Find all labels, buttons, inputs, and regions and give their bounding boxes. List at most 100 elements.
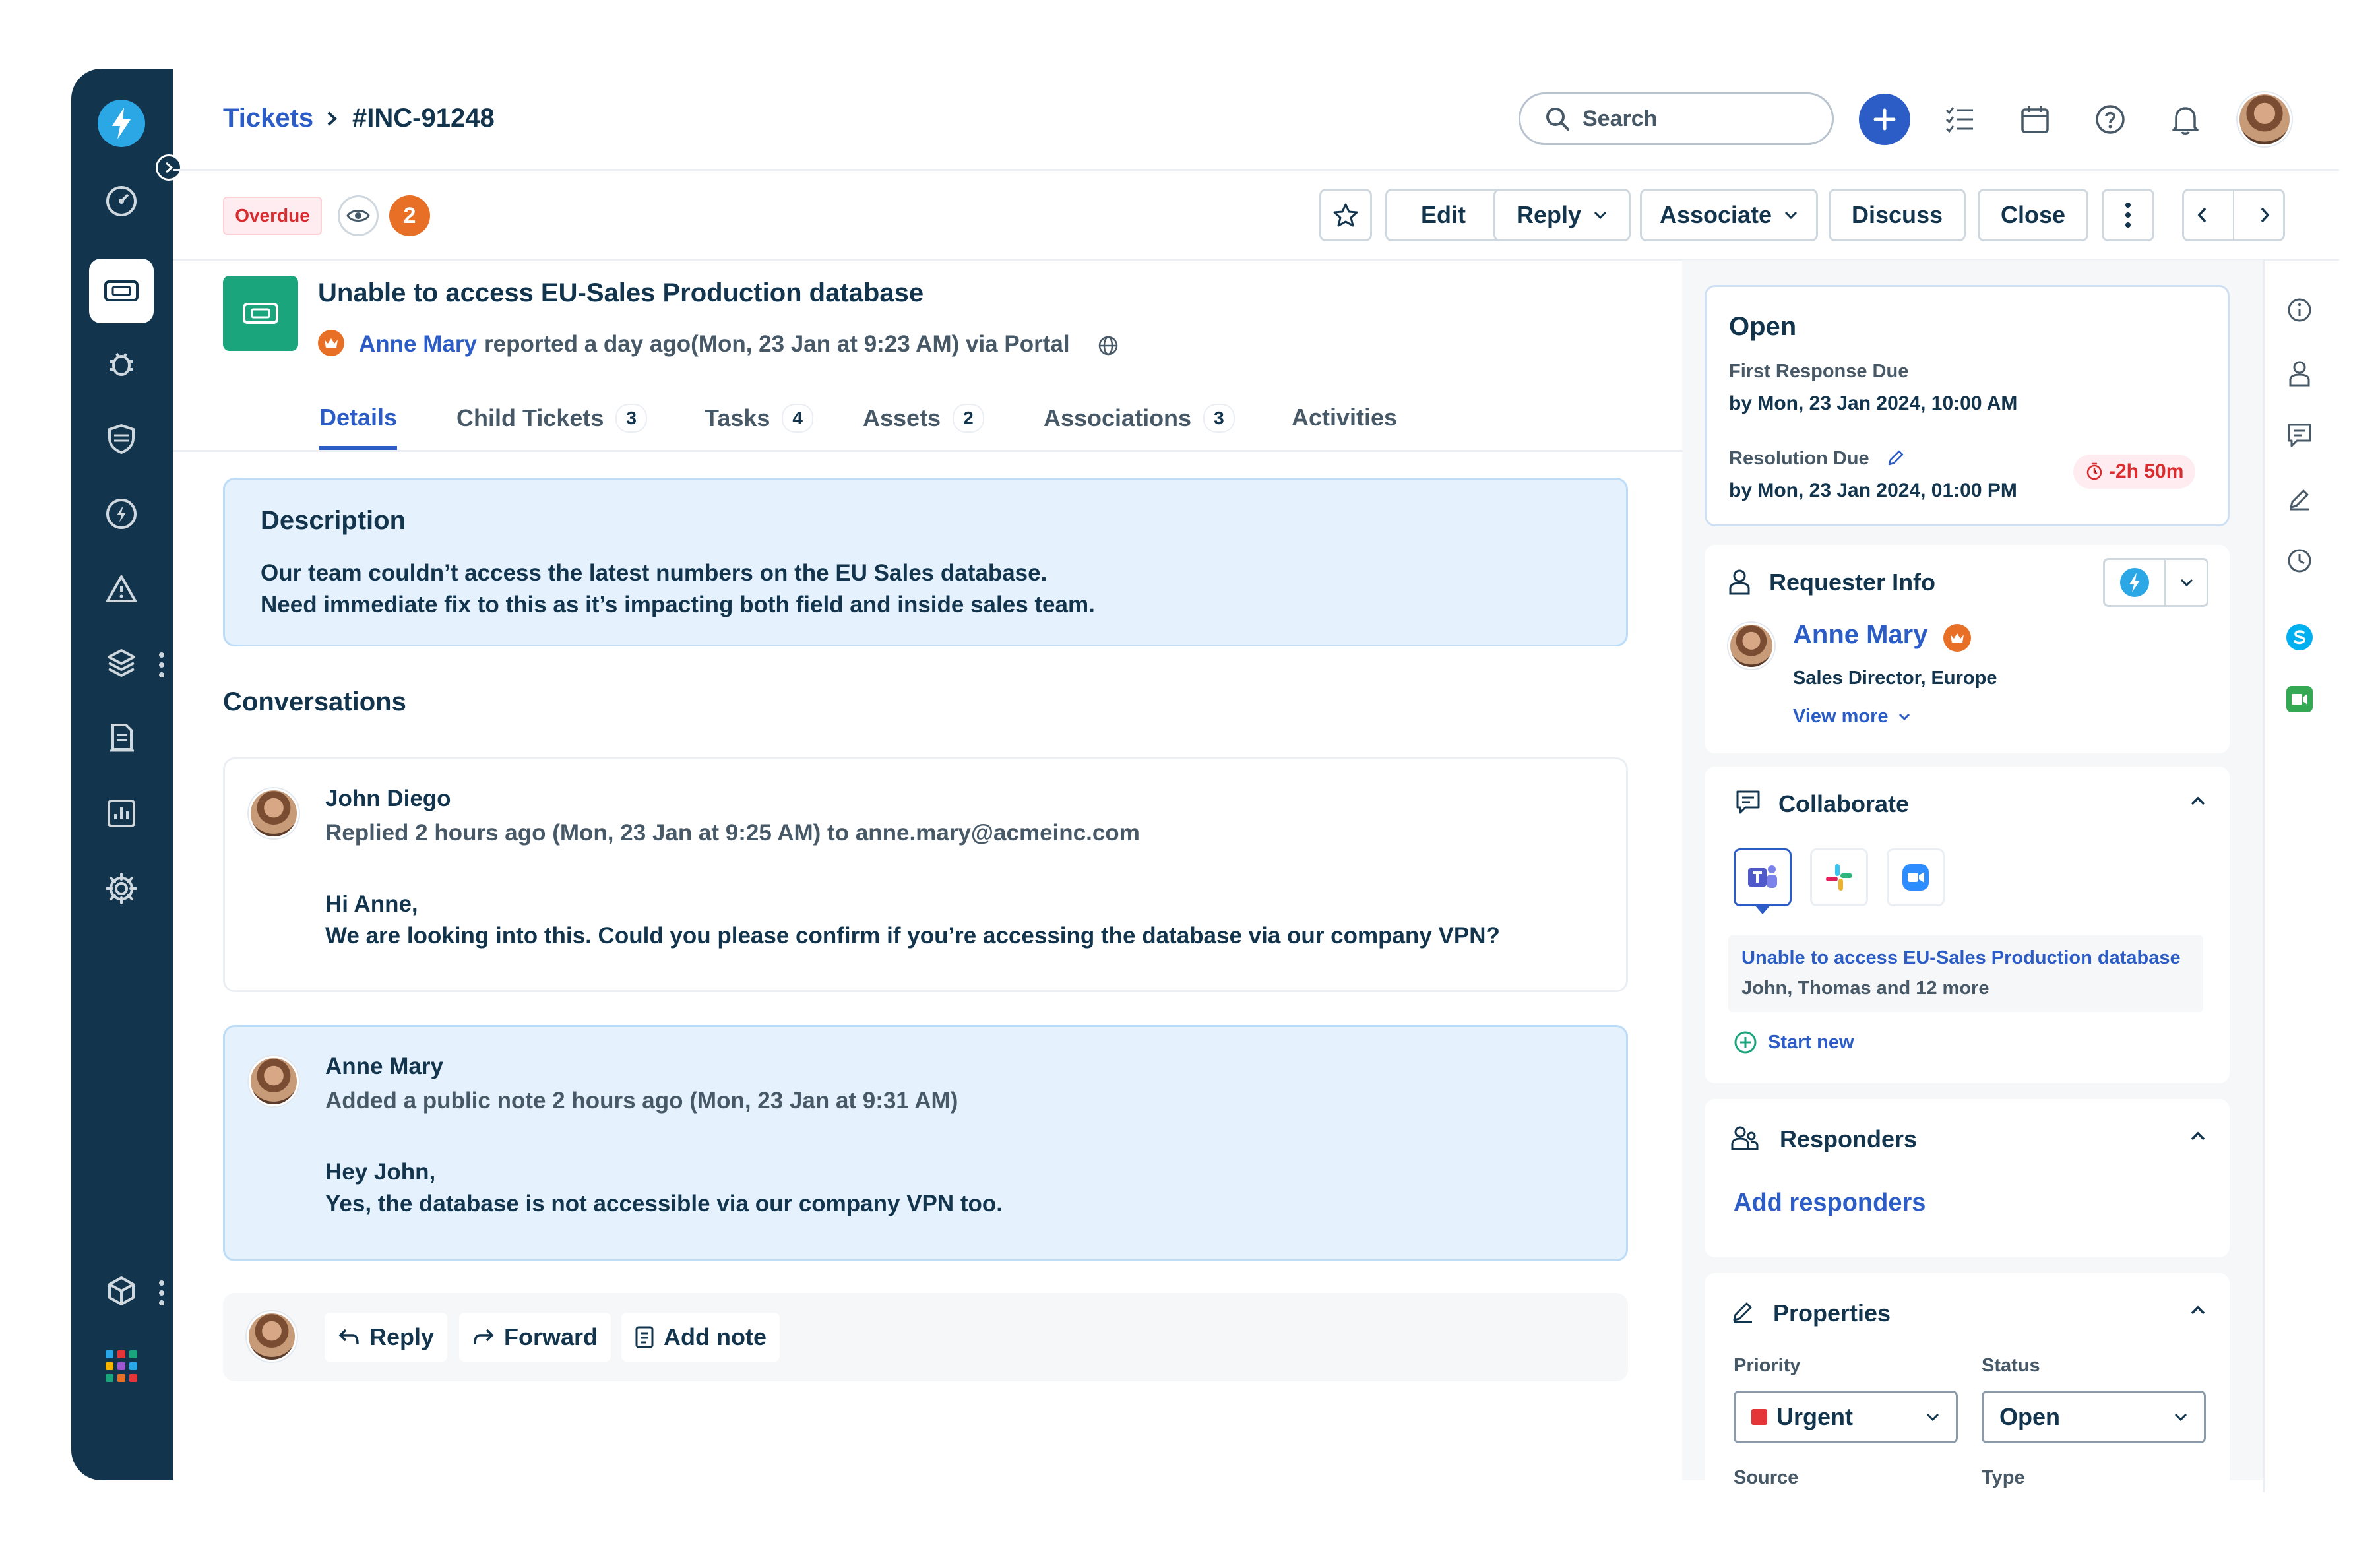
more-actions-button[interactable] (2102, 189, 2154, 241)
dashboard-icon[interactable] (89, 169, 154, 234)
apps-cube-icon[interactable] (89, 1259, 154, 1323)
breadcrumb-tickets-link[interactable]: Tickets (223, 104, 313, 133)
reply-dropdown-button[interactable]: Reply (1493, 189, 1631, 241)
tab-tasks[interactable]: Tasks 4 (705, 404, 813, 433)
timer-icon (2085, 462, 2104, 481)
left-nav-rail (71, 69, 173, 1480)
ticket-type-icon (223, 276, 298, 351)
tab-assets[interactable]: Assets 2 (863, 404, 984, 433)
watch-eye-icon[interactable] (338, 195, 379, 236)
tickets-icon[interactable] (89, 259, 154, 323)
tab-label: Associations (1044, 404, 1192, 431)
description-line-1: Our team couldn’t access the latest numb… (261, 560, 1048, 586)
tab-label: Details (319, 404, 398, 431)
todo-list-icon[interactable] (1938, 98, 1982, 141)
edit-resolution-pencil-icon[interactable] (1886, 448, 1906, 468)
global-search-input[interactable]: Search (1519, 92, 1834, 145)
add-responders-link[interactable]: Add responders (1734, 1189, 1926, 1217)
skype-icon[interactable] (2280, 617, 2319, 657)
solutions-document-icon[interactable] (89, 706, 154, 770)
new-item-plus-icon[interactable] (1859, 94, 1910, 145)
conversation-body-line-1: Hi Anne, (325, 891, 418, 917)
alerts-warning-icon[interactable] (89, 557, 154, 621)
releases-bolt-icon[interactable] (89, 482, 154, 546)
edit-pencil-icon[interactable] (2280, 479, 2319, 519)
tab-child-tickets[interactable]: Child Tickets 3 (456, 404, 647, 433)
app-logo-icon[interactable] (89, 91, 154, 156)
admin-settings-gear-icon[interactable] (89, 856, 154, 921)
first-response-label: First Response Due (1729, 361, 1909, 382)
expand-nav-chevron-icon[interactable] (156, 154, 182, 181)
search-placeholder: Search (1582, 106, 1658, 131)
next-ticket-chevron-icon[interactable] (2258, 206, 2271, 224)
selected-app-pointer (1755, 905, 1770, 914)
discuss-button[interactable]: Discuss (1829, 189, 1966, 241)
chevron-down-icon (2166, 578, 2207, 587)
properties-card: Properties Priority Status Urgent Open S… (1705, 1273, 2230, 1491)
conversation-body-line-2: We are looking into this. Could you plea… (325, 923, 1500, 949)
associate-button-label: Associate (1659, 201, 1772, 228)
changes-shield-icon[interactable] (89, 406, 154, 471)
product-switcher-grid-icon[interactable] (89, 1334, 154, 1399)
star-button[interactable] (1319, 189, 1372, 241)
view-more-link[interactable]: View more (1793, 706, 1911, 728)
info-icon[interactable] (2280, 290, 2319, 330)
apps-more-icon[interactable] (158, 1280, 165, 1306)
collaborate-chat-icon (1735, 789, 1761, 815)
history-clock-icon[interactable] (2280, 541, 2319, 581)
vip-crown-icon (1943, 624, 1971, 652)
compose-forward-button[interactable]: Forward (459, 1313, 611, 1362)
tab-associations[interactable]: Associations 3 (1044, 404, 1235, 433)
tab-count-badge: 3 (615, 404, 647, 433)
conversation-note-card: Anne Mary Added a public note 2 hours ag… (223, 1025, 1628, 1261)
start-new-label: Start new (1768, 1031, 1854, 1053)
zoom-app-icon[interactable] (1887, 848, 1945, 906)
conversation-reply-card: John Diego Replied 2 hours ago (Mon, 23 … (223, 757, 1628, 992)
associate-dropdown-button[interactable]: Associate (1640, 189, 1818, 241)
tab-details[interactable]: Details (319, 404, 397, 431)
start-new-thread-link[interactable]: Start new (1734, 1030, 1854, 1054)
slack-app-icon[interactable] (1810, 848, 1868, 906)
description-line-2: Need immediate fix to this as it’s impac… (261, 592, 1095, 617)
requester-link[interactable]: Anne Mary (359, 331, 477, 358)
compose-bar: Reply Forward Add note (223, 1293, 1628, 1381)
collapse-chevron-up-icon[interactable] (2190, 796, 2206, 806)
collapse-chevron-up-icon[interactable] (2190, 1305, 2206, 1315)
requester-person-icon (1728, 569, 1751, 595)
assets-layers-icon[interactable] (89, 631, 154, 695)
watchers-count-badge[interactable]: 2 (389, 195, 430, 236)
chat-icon[interactable] (2280, 416, 2319, 455)
priority-select[interactable]: Urgent (1734, 1391, 1958, 1443)
collapse-chevron-up-icon[interactable] (2190, 1131, 2206, 1141)
google-meet-icon[interactable] (2280, 679, 2319, 719)
plus-circle-icon (1734, 1030, 1757, 1054)
problems-bug-icon[interactable] (89, 331, 154, 396)
help-icon[interactable] (2088, 98, 2132, 141)
edit-button[interactable]: Edit (1385, 189, 1501, 241)
assets-more-icon[interactable] (158, 652, 165, 678)
analytics-chart-icon[interactable] (89, 781, 154, 846)
notifications-bell-icon[interactable] (2164, 98, 2207, 141)
tab-count-badge: 4 (782, 404, 813, 433)
close-button[interactable]: Close (1978, 189, 2088, 241)
collaborate-thread-item[interactable]: Unable to access EU-Sales Production dat… (1728, 935, 2203, 1012)
compose-reply-button[interactable]: Reply (325, 1313, 448, 1362)
vip-crown-icon (318, 330, 344, 356)
requester-app-switcher[interactable] (2103, 558, 2208, 607)
compose-add-note-button[interactable]: Add note (621, 1313, 780, 1362)
teams-app-icon[interactable] (1734, 848, 1792, 906)
tab-activities[interactable]: Activities (1292, 404, 1397, 431)
previous-ticket-chevron-icon[interactable] (2196, 206, 2209, 224)
requester-avatar (1728, 623, 1774, 669)
compose-add-note-label: Add note (664, 1323, 767, 1350)
contact-person-icon[interactable] (2280, 354, 2319, 393)
type-label: Type (1982, 1467, 2025, 1488)
status-select[interactable]: Open (1982, 1391, 2206, 1443)
description-card: Description Our team couldn’t access the… (223, 478, 1628, 646)
user-profile-avatar[interactable] (2238, 92, 2292, 146)
author-avatar (249, 788, 299, 838)
calendar-icon[interactable] (2013, 98, 2057, 141)
sla-card: Open First Response Due by Mon, 23 Jan 2… (1705, 285, 2230, 526)
thread-members: John, Thomas and 12 more (1741, 978, 1989, 999)
requester-name-link[interactable]: Anne Mary (1793, 620, 1928, 650)
